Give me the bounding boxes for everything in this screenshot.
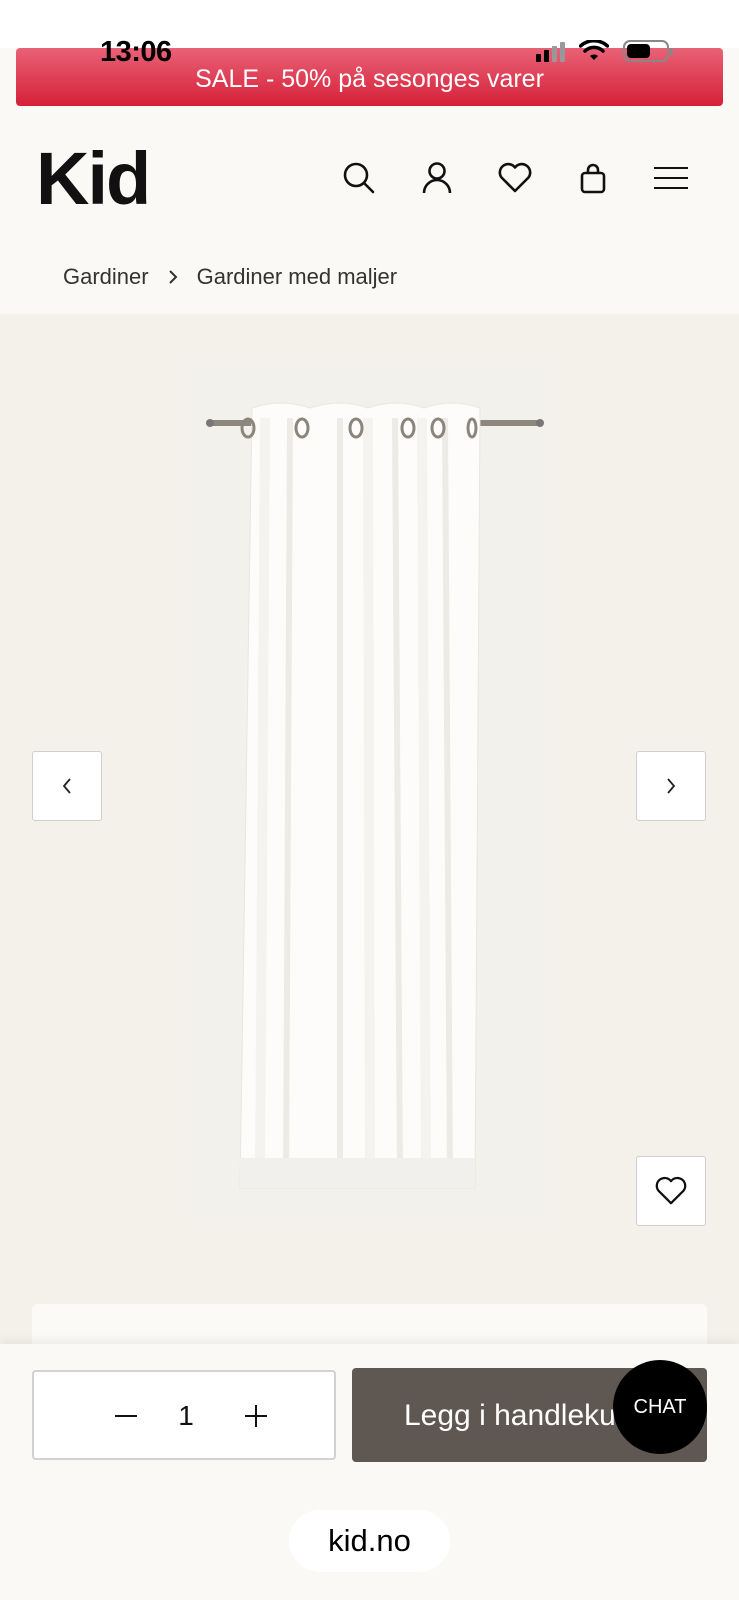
- site-header: Kid: [0, 106, 739, 236]
- plus-icon: [245, 1405, 267, 1427]
- status-bar: 13:06: [0, 0, 739, 68]
- heart-icon: [655, 1176, 687, 1205]
- chevron-right-icon: [168, 270, 178, 284]
- curtain-image: [206, 402, 544, 1189]
- breadcrumb-item[interactable]: Gardiner med maljer: [197, 264, 398, 290]
- heart-icon: [498, 162, 532, 193]
- chevron-left-icon: [62, 778, 71, 794]
- battery-icon: [623, 40, 673, 62]
- breadcrumb: Gardiner Gardiner med maljer: [63, 264, 397, 290]
- chat-button[interactable]: CHAT: [613, 1360, 707, 1454]
- bag-icon: [580, 163, 606, 194]
- add-to-wishlist-button[interactable]: [636, 1156, 706, 1226]
- breadcrumb-item[interactable]: Gardiner: [63, 264, 149, 290]
- cart-button[interactable]: [554, 148, 632, 208]
- menu-button[interactable]: [632, 148, 710, 208]
- header-icons: [320, 148, 710, 208]
- wishlist-button[interactable]: [476, 148, 554, 208]
- chevron-right-icon: [667, 778, 676, 794]
- quantity-value[interactable]: 1: [164, 1400, 208, 1432]
- search-icon: [343, 162, 375, 194]
- account-button[interactable]: [398, 148, 476, 208]
- browser-url[interactable]: kid.no: [289, 1510, 450, 1572]
- product-image[interactable]: [190, 358, 550, 1218]
- gallery-next-button[interactable]: [636, 751, 706, 821]
- gallery-prev-button[interactable]: [32, 751, 102, 821]
- account-icon: [422, 162, 452, 194]
- decrease-quantity-button[interactable]: [104, 1394, 148, 1438]
- minus-icon: [115, 1415, 137, 1417]
- status-icons: [536, 40, 673, 62]
- search-button[interactable]: [320, 148, 398, 208]
- quantity-stepper: 1: [32, 1370, 336, 1460]
- kid-logo[interactable]: Kid: [36, 136, 151, 221]
- purchase-bar: 1 Legg i handlekurv CHAT kid.no: [0, 1344, 739, 1600]
- wifi-icon: [579, 40, 609, 60]
- increase-quantity-button[interactable]: [234, 1394, 278, 1438]
- menu-icon: [654, 167, 688, 189]
- product-gallery: [0, 314, 739, 1344]
- signal-icon: [536, 40, 565, 62]
- status-time: 13:06: [100, 36, 172, 68]
